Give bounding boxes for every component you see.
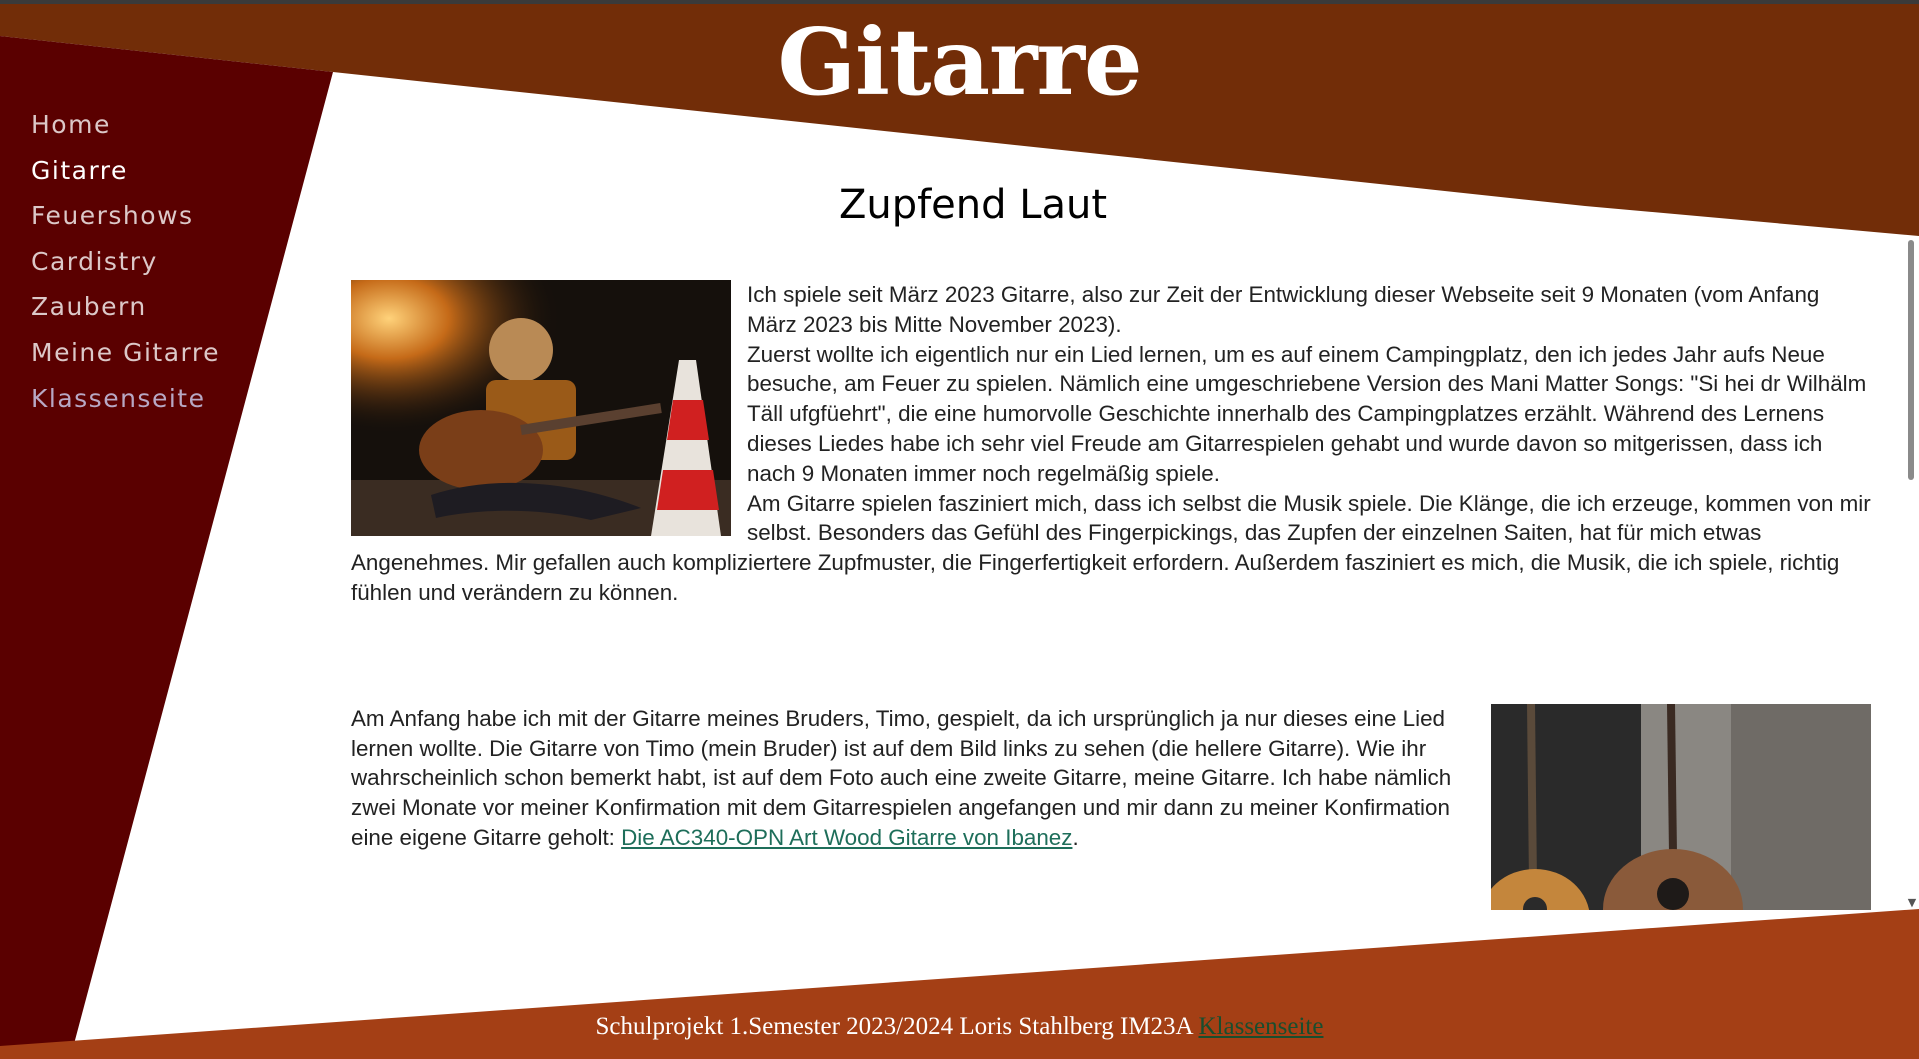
nav-item-zaubern[interactable]: Zaubern <box>31 292 220 338</box>
scrollbar-thumb[interactable] <box>1908 240 1914 480</box>
vertical-scrollbar[interactable]: ▼ <box>1905 240 1919 910</box>
nav-item-feuershows[interactable]: Feuershows <box>31 201 220 247</box>
site-footer: Schulprojekt 1.Semester 2023/2024 Loris … <box>0 1013 1919 1041</box>
nav-item-home[interactable]: Home <box>31 110 220 156</box>
paragraph-4-end: . <box>1072 824 1079 850</box>
nav-item-klassenseite[interactable]: Klassenseite <box>31 384 220 430</box>
footer-text: Schulprojekt 1.Semester 2023/2024 Loris … <box>595 1013 1199 1040</box>
guitar-player-photo <box>351 280 731 536</box>
ibanez-guitar-link[interactable]: Die AC340-OPN Art Wood Gitarre von Ibane… <box>621 825 1072 850</box>
two-guitars-photo <box>1491 703 1871 910</box>
page-heading: Zupfend Laut <box>838 182 1108 228</box>
scrollable-content[interactable]: Ich spiele seit März 2023 Gitarre, also … <box>351 280 1871 910</box>
nav-item-cardistry[interactable]: Cardistry <box>31 247 220 293</box>
two-guitars-photo-graphic <box>1491 703 1871 910</box>
nav-item-meine-gitarre[interactable]: Meine Gitarre <box>31 338 220 384</box>
main-navigation: Home Gitarre Feuershows Cardistry Zauber… <box>31 110 220 429</box>
guitar-player-photo-graphic <box>351 280 731 536</box>
nav-item-gitarre[interactable]: Gitarre <box>31 156 220 202</box>
site-title: Gitarre <box>777 8 1142 116</box>
scroll-down-arrow-icon[interactable]: ▼ <box>1905 896 1919 910</box>
footer-klassenseite-link[interactable]: Klassenseite <box>1199 1013 1324 1040</box>
